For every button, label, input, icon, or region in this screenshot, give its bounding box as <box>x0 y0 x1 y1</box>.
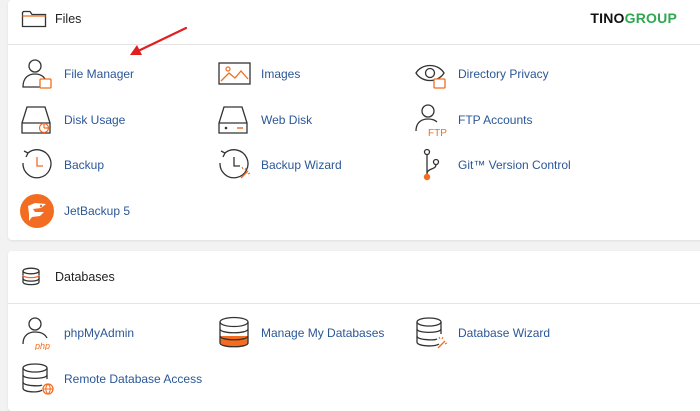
phpmyadmin-label: phpMyAdmin <box>64 326 135 340</box>
backup-label: Backup <box>64 158 105 172</box>
folder-icon <box>21 10 47 28</box>
disk-usage-icon <box>21 106 51 134</box>
database-icon <box>22 267 40 286</box>
phpmyadmin-icon: php <box>22 317 50 350</box>
git-icon <box>423 148 440 181</box>
file-manager-link[interactable]: File Manager <box>20 57 200 91</box>
files-panel: Files TINOGROUP File Manager Images Dire… <box>8 0 700 240</box>
manage-databases-link[interactable]: Manage My Databases <box>217 316 397 350</box>
jetbackup-link[interactable]: JetBackup 5 <box>20 194 200 228</box>
remote-database-access-label: Remote Database Access <box>64 372 203 386</box>
svg-text:FTP: FTP <box>428 128 447 137</box>
jetbackup-label: JetBackup 5 <box>64 204 131 218</box>
directory-privacy-label: Directory Privacy <box>458 67 549 81</box>
database-wizard-label: Database Wizard <box>458 326 551 340</box>
files-header: Files TINOGROUP <box>8 0 700 45</box>
manage-databases-label: Manage My Databases <box>261 326 385 340</box>
backup-wizard-link[interactable]: Backup Wizard <box>217 148 397 182</box>
backup-wizard-icon <box>219 149 251 179</box>
remote-database-icon <box>22 363 54 395</box>
files-title: Files <box>55 12 82 26</box>
brand-logo: TINOGROUP <box>590 10 677 26</box>
annotation-arrow-icon <box>130 26 188 55</box>
ftp-accounts-label: FTP Accounts <box>458 113 533 127</box>
databases-panel: Databases php phpMyAdmin Manage My Datab… <box>8 251 700 411</box>
svg-text:php: php <box>34 341 50 350</box>
web-disk-link[interactable]: Web Disk <box>217 103 397 137</box>
disk-usage-link[interactable]: Disk Usage <box>20 103 200 137</box>
images-label: Images <box>261 67 301 81</box>
database-wizard-link[interactable]: Database Wizard <box>414 316 594 350</box>
database-wizard-icon <box>416 317 448 349</box>
ftp-accounts-icon: FTP <box>415 104 447 137</box>
directory-privacy-link[interactable]: Directory Privacy <box>414 57 594 91</box>
file-manager-icon <box>22 59 52 89</box>
databases-title: Databases <box>55 270 115 284</box>
directory-privacy-icon <box>415 64 446 89</box>
backup-icon <box>22 149 52 179</box>
manage-databases-icon <box>219 316 249 348</box>
backup-link[interactable]: Backup <box>20 148 200 182</box>
ftp-accounts-link[interactable]: FTP FTP Accounts <box>414 103 594 137</box>
file-manager-label: File Manager <box>64 67 135 81</box>
jetbackup-icon <box>20 194 54 228</box>
git-version-control-link[interactable]: Git™ Version Control <box>414 148 594 182</box>
phpmyadmin-link[interactable]: php phpMyAdmin <box>20 316 200 350</box>
remote-database-access-link[interactable]: Remote Database Access <box>20 362 203 396</box>
web-disk-icon <box>218 106 248 134</box>
git-version-control-label: Git™ Version Control <box>458 158 571 172</box>
images-icon <box>218 62 251 85</box>
web-disk-label: Web Disk <box>261 113 313 127</box>
databases-header: Databases <box>8 251 700 304</box>
disk-usage-label: Disk Usage <box>64 113 126 127</box>
backup-wizard-label: Backup Wizard <box>261 158 342 172</box>
images-link[interactable]: Images <box>217 57 397 91</box>
